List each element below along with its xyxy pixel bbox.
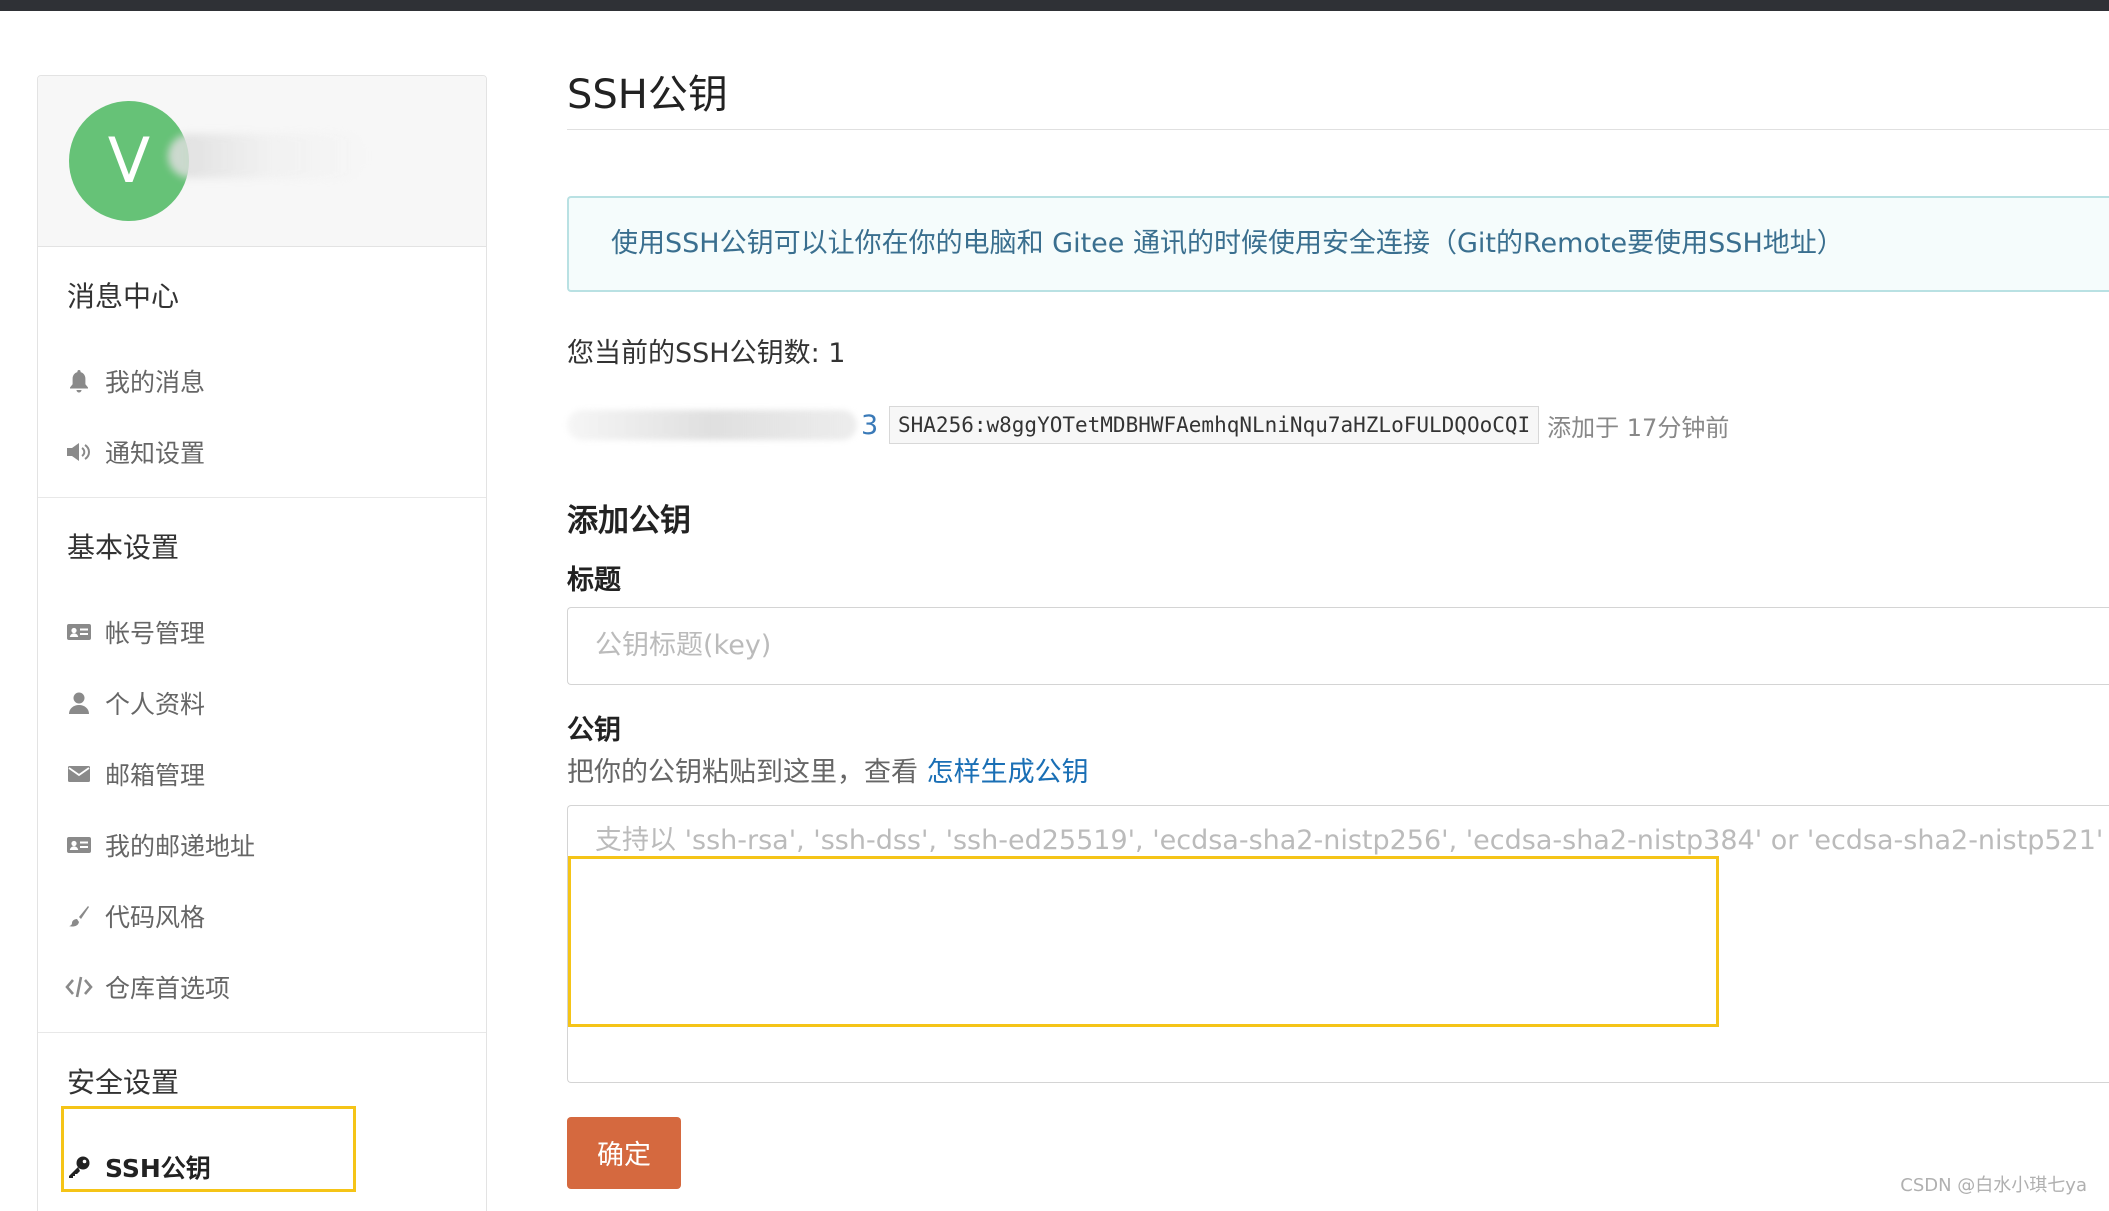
blurred-key-name bbox=[567, 410, 857, 440]
sidebar-item-my-messages[interactable]: 我的消息 bbox=[38, 345, 486, 416]
profile-header: V bbox=[38, 76, 486, 247]
sidebar-item-label: 我的消息 bbox=[105, 367, 206, 397]
brush-icon bbox=[65, 902, 93, 930]
sidebar-item-account[interactable]: 帐号管理 bbox=[38, 596, 486, 667]
title-label: 标题 bbox=[567, 565, 621, 596]
main-content: SSH公钥 使用SSH公钥可以让你在你的电脑和 Gitee 通讯的时候使用安全连… bbox=[567, 60, 2109, 1189]
sidebar-item-label: 邮箱管理 bbox=[105, 760, 206, 790]
sidebar-item-email[interactable]: 邮箱管理 bbox=[38, 738, 486, 809]
sidebar-item-label: 代码风格 bbox=[105, 902, 206, 932]
group-title-basic: 基本设置 bbox=[67, 531, 180, 564]
submit-button[interactable]: 确定 bbox=[567, 1117, 681, 1189]
key-title-input[interactable]: 公钥标题(key) bbox=[567, 607, 2109, 685]
sidebar-item-profile[interactable]: 个人资料 bbox=[38, 667, 486, 738]
key-hint: 把你的公钥粘贴到这里，查看 怎样生成公钥 bbox=[567, 753, 2109, 793]
public-key-textarea[interactable]: 支持以 'ssh-rsa', 'ssh-dss', 'ssh-ed25519',… bbox=[567, 805, 2109, 1083]
sidebar-item-mailing-address[interactable]: 我的邮递地址 bbox=[38, 809, 486, 880]
info-banner: 使用SSH公钥可以让你在你的电脑和 Gitee 通讯的时候使用安全连接（Git的… bbox=[567, 196, 2109, 292]
key-hint-text: 把你的公钥粘贴到这里，查看 bbox=[567, 757, 927, 788]
sidebar-item-notification-settings[interactable]: 通知设置 bbox=[38, 416, 486, 487]
group-basic-settings: 基本设置 帐号管理 个人资料 邮箱管理 我的邮递地址 代码风格 仓库首选项 bbox=[38, 498, 486, 1033]
group-messages: 消息中心 我的消息 通知设置 bbox=[38, 247, 486, 498]
envelope-icon bbox=[65, 760, 93, 788]
sidebar-item-code-style[interactable]: 代码风格 bbox=[38, 880, 486, 951]
group-title-messages: 消息中心 bbox=[67, 280, 180, 313]
page-title: SSH公钥 bbox=[567, 60, 2109, 130]
highlight-box-sidebar bbox=[61, 1106, 356, 1192]
key-fingerprint: SHA256:w8ggYOTetMDBHWFAemhqNLniNqu7aHZLo… bbox=[889, 406, 1540, 444]
sidebar-item-label: 个人资料 bbox=[105, 689, 206, 719]
address-card-icon bbox=[65, 831, 93, 859]
key-label: 公钥 bbox=[567, 715, 621, 746]
key-count: 您当前的SSH公钥数: 1 bbox=[567, 338, 846, 369]
user-icon bbox=[65, 689, 93, 717]
watermark: CSDN @白水小琪七ya bbox=[1900, 1175, 2087, 1196]
blurred-username bbox=[168, 134, 368, 178]
code-icon bbox=[65, 973, 93, 1001]
key-added-time: 添加于 17分钟前 bbox=[1547, 413, 1730, 442]
sidebar-item-label: 仓库首选项 bbox=[105, 973, 231, 1003]
speaker-icon bbox=[65, 438, 93, 466]
bell-icon bbox=[65, 367, 93, 395]
sidebar-item-repo-preferences[interactable]: 仓库首选项 bbox=[38, 951, 486, 1022]
settings-sidebar: V 消息中心 我的消息 通知设置 基本设置 帐号管理 个人资料 邮箱管理 我的邮… bbox=[37, 75, 487, 1211]
sidebar-item-label: 通知设置 bbox=[105, 438, 206, 468]
top-bar bbox=[0, 0, 2109, 11]
how-to-generate-key-link[interactable]: 怎样生成公钥 bbox=[927, 757, 1089, 788]
sidebar-item-label: 我的邮递地址 bbox=[105, 831, 256, 861]
id-card-icon bbox=[65, 618, 93, 646]
sidebar-item-label: 帐号管理 bbox=[105, 618, 206, 648]
key-row: 3 SHA256:w8ggYOTetMDBHWFAemhqNLniNqu7aHZ… bbox=[567, 405, 2109, 445]
key-name-suffix[interactable]: 3 bbox=[861, 410, 881, 441]
add-key-heading: 添加公钥 bbox=[567, 503, 691, 539]
